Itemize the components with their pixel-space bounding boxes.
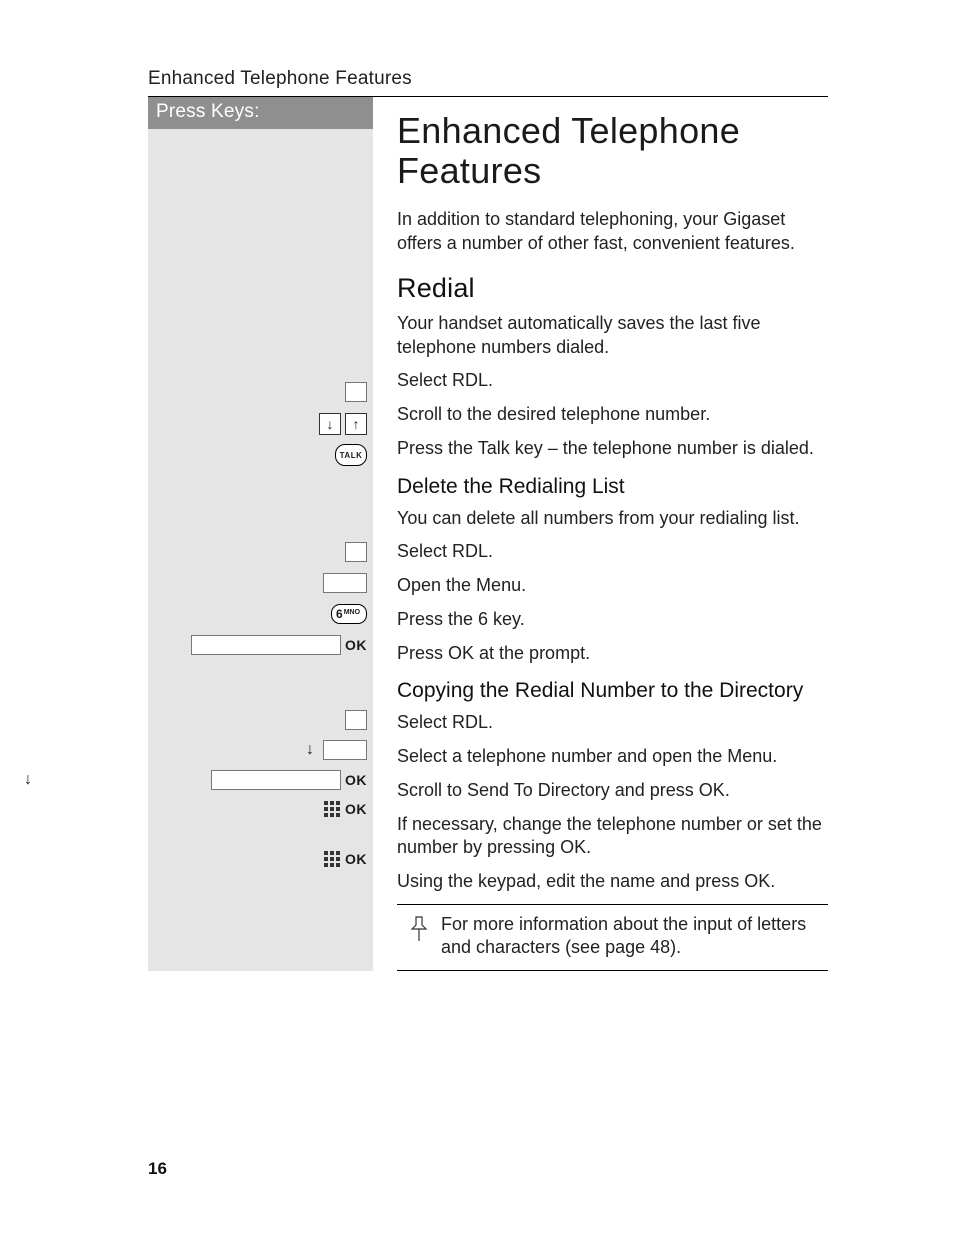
ok-label: OK [345, 801, 367, 817]
down-arrow-icon: ↓ [19, 770, 37, 790]
press-keys-header: Press Keys: [148, 97, 373, 129]
redial-intro: Your handset automatically saves the las… [397, 312, 828, 360]
keypad-icon [323, 800, 341, 818]
key-row-talk: TALK [335, 444, 367, 466]
softkey-box [345, 542, 367, 562]
content-area: Enhanced Telephone Features Press Keys: … [148, 68, 828, 971]
six-key-digit: 6 [336, 607, 343, 621]
key-row-rdl-softkey-3 [345, 710, 367, 730]
note-box: For more information about the input of … [397, 904, 828, 971]
softkey-box [323, 740, 367, 760]
softkey-box [191, 635, 341, 655]
key-row-menu-softkey [323, 573, 367, 593]
keypad-icon [323, 850, 341, 868]
talk-key-icon: TALK [335, 444, 367, 466]
delete-step-4: Press OK at the prompt. [397, 642, 828, 666]
softkey-box [345, 382, 367, 402]
key-row-ok-wide: OK [191, 635, 367, 655]
delete-step-2: Open the Menu. [397, 574, 828, 598]
key-row-scroll-arrows: ↓ ↑ [319, 413, 367, 435]
up-arrow-icon: ↑ [345, 413, 367, 435]
manual-page: Enhanced Telephone Features Press Keys: … [0, 0, 954, 1235]
softkey-box [323, 573, 367, 593]
redial-step-1: Select RDL. [397, 369, 828, 393]
intro-paragraph: In addition to standard telephoning, you… [397, 208, 828, 255]
down-arrow-icon: ↓ [301, 740, 319, 760]
delete-step-1: Select RDL. [397, 540, 828, 564]
two-column-layout: Press Keys: ↓ ↑ TALK [148, 97, 828, 971]
delete-intro: You can delete all numbers from your red… [397, 507, 828, 531]
copy-step-4: If necessary, change the telephone numbe… [397, 813, 828, 861]
copy-step-1: Select RDL. [397, 711, 828, 735]
key-row-down-then-menu: ↓ [301, 740, 367, 760]
key-row-scroll-ok: ↓ OK [189, 770, 367, 790]
key-row-keypad-ok-2: OK [323, 850, 367, 868]
key-row-rdl-softkey-2 [345, 542, 367, 562]
copy-step-3: Scroll to Send To Directory and press OK… [397, 779, 828, 803]
redial-step-2: Scroll to the desired telephone number. [397, 403, 828, 427]
press-keys-column: Press Keys: ↓ ↑ TALK [148, 97, 373, 971]
redial-step-3: Press the Talk key – the telephone numbe… [397, 437, 828, 461]
page-number: 16 [148, 1159, 167, 1179]
note-text: For more information about the input of … [441, 913, 828, 960]
ok-label: OK [345, 637, 367, 653]
key-row-keypad-ok-1: OK [323, 800, 367, 818]
copy-step-5: Using the keypad, edit the name and pres… [397, 870, 828, 894]
key-row-six-key: 6MNO [331, 604, 367, 624]
softkey-box [345, 710, 367, 730]
key-row-rdl-softkey [345, 382, 367, 402]
section-delete-heading: Delete the Redialing List [397, 475, 828, 499]
ok-label: OK [345, 851, 367, 867]
section-copy-heading: Copying the Redial Number to the Directo… [397, 679, 828, 703]
page-title: Enhanced Telephone Features [397, 111, 828, 190]
delete-step-3: Press the 6 key. [397, 608, 828, 632]
copy-step-2: Select a telephone number and open the M… [397, 745, 828, 769]
six-key-icon: 6MNO [331, 604, 367, 624]
ok-label: OK [345, 772, 367, 788]
six-key-letters: MNO [344, 609, 360, 616]
text-column: Enhanced Telephone Features In addition … [373, 97, 828, 971]
running-head: Enhanced Telephone Features [148, 68, 828, 96]
section-redial-heading: Redial [397, 273, 828, 304]
softkey-box [211, 770, 341, 790]
pushpin-icon [397, 913, 441, 943]
down-arrow-icon: ↓ [319, 413, 341, 435]
